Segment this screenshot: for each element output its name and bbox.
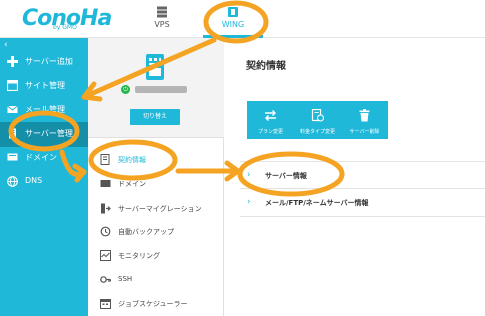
menu-item-label: ジョブスケジューラー (118, 300, 188, 308)
page-title: 契約情報 (246, 61, 286, 72)
delete-server-button[interactable]: サーバー削除 (341, 101, 388, 139)
section-server-info[interactable]: › サーバー情報 (240, 161, 485, 189)
sidebar-collapse-icon[interactable]: ‹ (4, 40, 8, 50)
sidebar-item-label: DNS (25, 176, 43, 185)
mail-icon (7, 105, 18, 113)
sidebar-item-label: メール管理 (25, 105, 65, 114)
sidebar-item-mail-management[interactable]: メール管理 (0, 98, 88, 123)
scheduler-icon (100, 299, 111, 309)
sidebar-item-site-management[interactable]: サイト管理 (0, 74, 88, 99)
menu-item-contract-info[interactable]: 契約情報 (88, 149, 224, 171)
tab-wing[interactable]: WING (203, 0, 263, 38)
sidebar-item-label: サイト管理 (25, 81, 65, 90)
tab-vps-label: VPS (154, 20, 170, 29)
change-fee-type-button[interactable]: 料金タイプ変更 (294, 101, 341, 139)
section-mail-ftp-nameserver-info[interactable]: › メール/FTP/ネームサーバー情報 (240, 189, 485, 217)
menu-item-label: SSH (118, 275, 133, 283)
section-label: メール/FTP/ネームサーバー情報 (265, 199, 369, 207)
swap-icon (265, 110, 276, 121)
logo-subtitle: by GMO (53, 24, 77, 31)
server-submenu-panel: ⏻ 切り替え 契約情報 ドメイン サーバーマイグレーション 自動バックアップ モ… (88, 38, 224, 316)
change-plan-label: プラン変更 (257, 129, 283, 135)
domain-icon (100, 180, 111, 187)
menu-item-label: 契約情報 (118, 156, 146, 164)
power-status-icon: ⏻ (121, 85, 130, 94)
section-label: サーバー情報 (265, 172, 307, 180)
contract-icon (100, 154, 110, 165)
menu-item-ssh[interactable]: SSH (88, 269, 224, 291)
top-bar: ConoHa by GMO VPS WING (0, 0, 485, 38)
backup-icon (100, 226, 111, 237)
sidebar-item-domain[interactable]: ドメイン (0, 146, 88, 171)
sidebar-item-dns[interactable]: DNS (0, 170, 88, 195)
chevron-right-icon: › (247, 170, 251, 180)
menu-item-server-migration[interactable]: サーバーマイグレーション (88, 198, 224, 220)
menu-item-label: ドメイン (118, 180, 146, 188)
switch-server-button[interactable]: 切り替え (130, 109, 180, 125)
sidebar: ‹ サーバー追加 サイト管理 メール管理 サーバー管理 ドメイン DNS (0, 38, 88, 316)
server-summary: ⏻ 切り替え (88, 38, 224, 138)
chevron-right-icon: › (247, 197, 251, 207)
fee-type-icon (311, 109, 324, 122)
server-icon (9, 128, 16, 139)
plus-icon (7, 56, 18, 67)
change-fee-type-label: 料金タイプ変更 (299, 129, 335, 135)
sidebar-item-label: サーバー追加 (25, 57, 73, 66)
domain-icon (7, 153, 18, 161)
menu-item-label: 自動バックアップ (118, 228, 174, 236)
menu-item-label: モニタリング (118, 252, 160, 260)
trash-icon (359, 109, 370, 122)
menu-item-job-scheduler[interactable]: ジョブスケジューラー (88, 293, 224, 315)
migration-icon (101, 203, 111, 214)
delete-server-label: サーバー削除 (349, 129, 380, 135)
sidebar-item-add-server[interactable]: サーバー追加 (0, 50, 88, 75)
server-stack-icon (157, 6, 167, 18)
site-icon (7, 80, 18, 91)
sidebar-item-label: サーバー管理 (25, 129, 73, 138)
server-name-redacted (135, 86, 187, 93)
menu-item-domain[interactable]: ドメイン (88, 173, 224, 195)
tab-vps[interactable]: VPS (132, 0, 192, 38)
sidebar-item-label: ドメイン (25, 153, 57, 162)
wing-icon (228, 7, 238, 17)
tab-wing-label: WING (221, 20, 245, 29)
server-icon (146, 54, 164, 80)
menu-item-label: サーバーマイグレーション (118, 205, 202, 213)
change-plan-button[interactable]: プラン変更 (247, 101, 294, 139)
ssh-icon (100, 276, 111, 283)
monitoring-icon (100, 250, 111, 261)
globe-icon (7, 176, 18, 187)
menu-item-monitoring[interactable]: モニタリング (88, 245, 224, 267)
sidebar-item-server-management[interactable]: サーバー管理 (0, 122, 88, 147)
menu-item-auto-backup[interactable]: 自動バックアップ (88, 221, 224, 243)
